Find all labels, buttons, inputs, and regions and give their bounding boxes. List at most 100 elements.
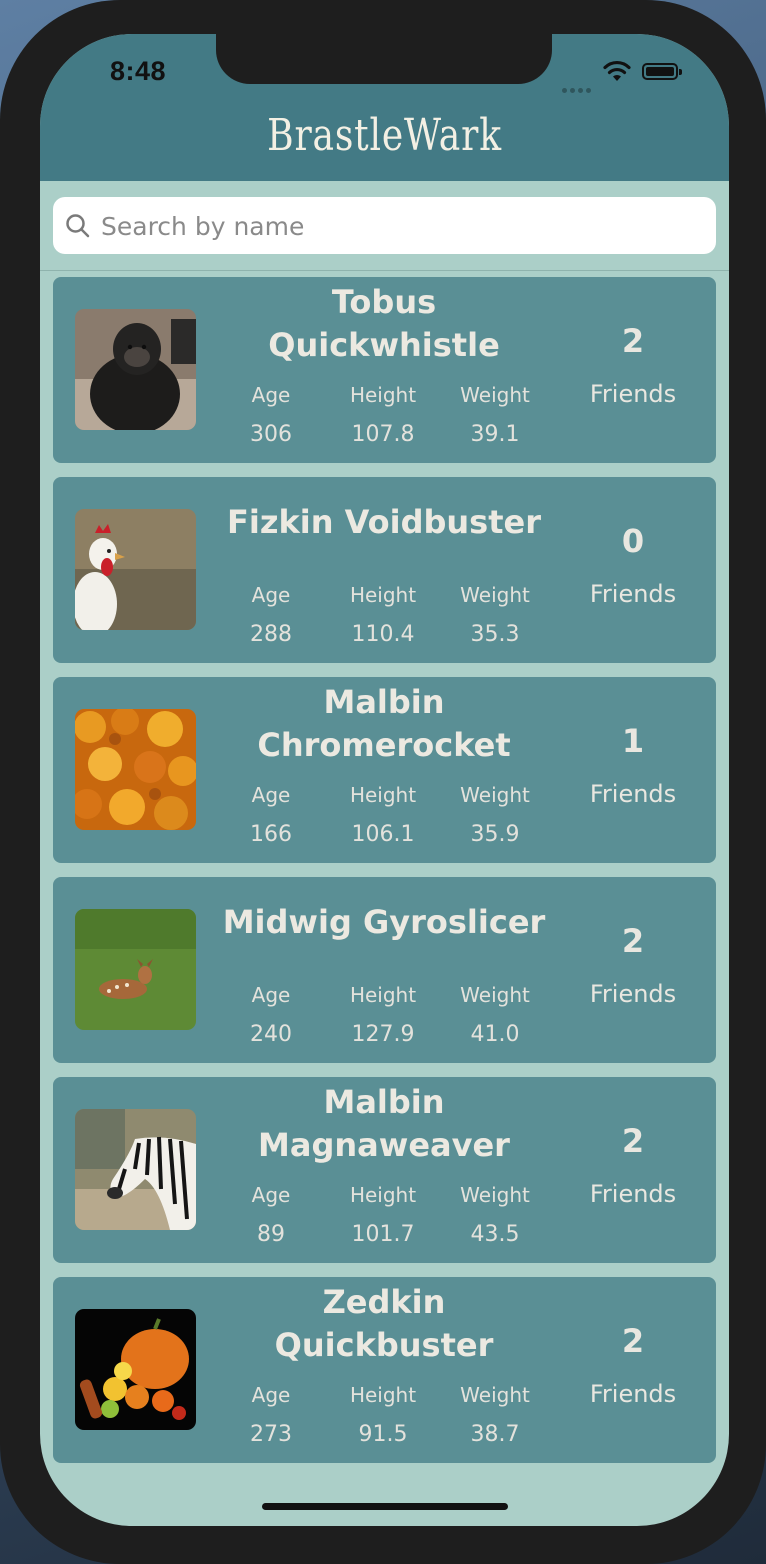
gnome-card[interactable]: Malbin Magnaweaver Age 89 Height 101.7 W… [53, 1077, 716, 1263]
weight-stat: Weight 35.3 [439, 583, 551, 647]
weight-value: 35.9 [470, 822, 520, 847]
search-bar[interactable] [53, 197, 716, 256]
height-stat: Height 107.8 [327, 383, 439, 447]
friends-count: 2 Friends [568, 1323, 698, 1409]
friends-number: 0 [621, 522, 645, 560]
age-stat: Age 288 [215, 583, 327, 647]
weight-value: 35.3 [470, 622, 520, 647]
gnome-stats: Age 273 Height 91.5 Weight 38.7 [215, 1383, 553, 1447]
height-value: 91.5 [358, 1422, 408, 1447]
friends-label: Friends [589, 1180, 677, 1208]
friends-count: 2 Friends [568, 1123, 698, 1209]
height-label: Height [349, 583, 417, 607]
friends-label: Friends [589, 980, 677, 1008]
gnome-list[interactable]: Tobus Quickwhistle Age 306 Height 107.8 … [53, 277, 716, 1477]
friends-count: 0 Friends [568, 523, 698, 609]
friends-count: 1 Friends [568, 723, 698, 809]
age-label: Age [251, 1383, 291, 1407]
height-value: 101.7 [351, 1222, 415, 1247]
height-stat: Height 110.4 [327, 583, 439, 647]
weight-label: Weight [460, 383, 530, 407]
gnome-name: Tobus Quickwhistle [268, 283, 500, 364]
weight-label: Weight [460, 583, 530, 607]
height-label: Height [349, 1183, 417, 1207]
age-label: Age [251, 583, 291, 607]
age-value: 240 [250, 1022, 292, 1047]
status-time: 8:48 [110, 56, 167, 86]
age-label: Age [251, 1183, 291, 1207]
gnome-name: Zedkin Quickbuster [274, 1283, 494, 1364]
age-value: 273 [250, 1422, 292, 1447]
gnome-name: Midwig Gyroslicer [222, 903, 546, 941]
gnome-card[interactable]: Midwig Gyroslicer Age 240 Height 127.9 W… [53, 877, 716, 1063]
gnome-stats: Age 166 Height 106.1 Weight 35.9 [215, 783, 553, 847]
pumpkin-and-fruit-photo [75, 1309, 196, 1430]
gnome-stats: Age 89 Height 101.7 Weight 43.5 [215, 1183, 553, 1247]
chimpanzee-photo [75, 309, 196, 430]
weight-stat: Weight 39.1 [439, 383, 551, 447]
height-label: Height [349, 983, 417, 1007]
age-value: 288 [250, 622, 292, 647]
age-label: Age [251, 783, 291, 807]
weight-label: Weight [460, 1383, 530, 1407]
gnome-card[interactable]: Zedkin Quickbuster Age 273 Height 91.5 W… [53, 1277, 716, 1463]
friends-count: 2 Friends [568, 923, 698, 1009]
gnome-name: Fizkin Voidbuster [226, 503, 541, 541]
home-indicator [262, 1503, 508, 1510]
friends-number: 2 [621, 1322, 645, 1360]
age-stat: Age 306 [215, 383, 327, 447]
friends-number: 2 [621, 922, 645, 960]
height-stat: Height 91.5 [327, 1383, 439, 1447]
search-icon [65, 213, 91, 243]
rooster-photo [75, 509, 196, 630]
weight-value: 39.1 [470, 422, 520, 447]
weight-label: Weight [460, 783, 530, 807]
height-value: 127.9 [351, 1022, 415, 1047]
height-stat: Height 106.1 [327, 783, 439, 847]
friends-count: 2 Friends [568, 323, 698, 409]
app-screen: 8:48 BrastleWark Tobus Quickwhistle Age [40, 34, 729, 1526]
age-stat: Age 240 [215, 983, 327, 1047]
weight-label: Weight [460, 983, 530, 1007]
height-value: 110.4 [351, 622, 415, 647]
age-value: 89 [257, 1222, 285, 1247]
height-label: Height [349, 383, 417, 407]
app-header: 8:48 BrastleWark [40, 34, 729, 181]
gnome-card[interactable]: Fizkin Voidbuster Age 288 Height 110.4 W… [53, 477, 716, 663]
weight-label: Weight [460, 1183, 530, 1207]
weight-value: 43.5 [470, 1222, 520, 1247]
gnome-stats: Age 306 Height 107.8 Weight 39.1 [215, 383, 553, 447]
weight-value: 38.7 [470, 1422, 520, 1447]
age-value: 306 [250, 422, 292, 447]
weight-stat: Weight 38.7 [439, 1383, 551, 1447]
gnome-stats: Age 288 Height 110.4 Weight 35.3 [215, 583, 553, 647]
gnome-card[interactable]: Malbin Chromerocket Age 166 Height 106.1… [53, 677, 716, 863]
friends-label: Friends [589, 1380, 677, 1408]
search-input[interactable] [99, 197, 703, 256]
cellular-signal-icon [562, 78, 596, 93]
gnome-name: Malbin Magnaweaver [258, 1083, 510, 1164]
friends-number: 2 [621, 1122, 645, 1160]
height-value: 106.1 [351, 822, 415, 847]
weight-value: 41.0 [470, 1022, 520, 1047]
fawn-on-grass-photo [75, 909, 196, 1030]
wifi-icon [602, 60, 632, 86]
weight-stat: Weight 35.9 [439, 783, 551, 847]
age-label: Age [251, 383, 291, 407]
app-title: BrastleWark [267, 110, 502, 161]
height-label: Height [349, 1383, 417, 1407]
gnome-name: Malbin Chromerocket [257, 683, 511, 764]
battery-icon [642, 63, 682, 80]
age-stat: Age 273 [215, 1383, 327, 1447]
zebra-photo [75, 1109, 196, 1230]
weight-stat: Weight 43.5 [439, 1183, 551, 1247]
friends-label: Friends [589, 580, 677, 608]
height-value: 107.8 [351, 422, 415, 447]
gnome-card[interactable]: Tobus Quickwhistle Age 306 Height 107.8 … [53, 277, 716, 463]
age-stat: Age 166 [215, 783, 327, 847]
autumn-leaves-photo [75, 709, 196, 830]
height-stat: Height 127.9 [327, 983, 439, 1047]
weight-stat: Weight 41.0 [439, 983, 551, 1047]
friends-label: Friends [589, 780, 677, 808]
friends-number: 1 [621, 722, 645, 760]
